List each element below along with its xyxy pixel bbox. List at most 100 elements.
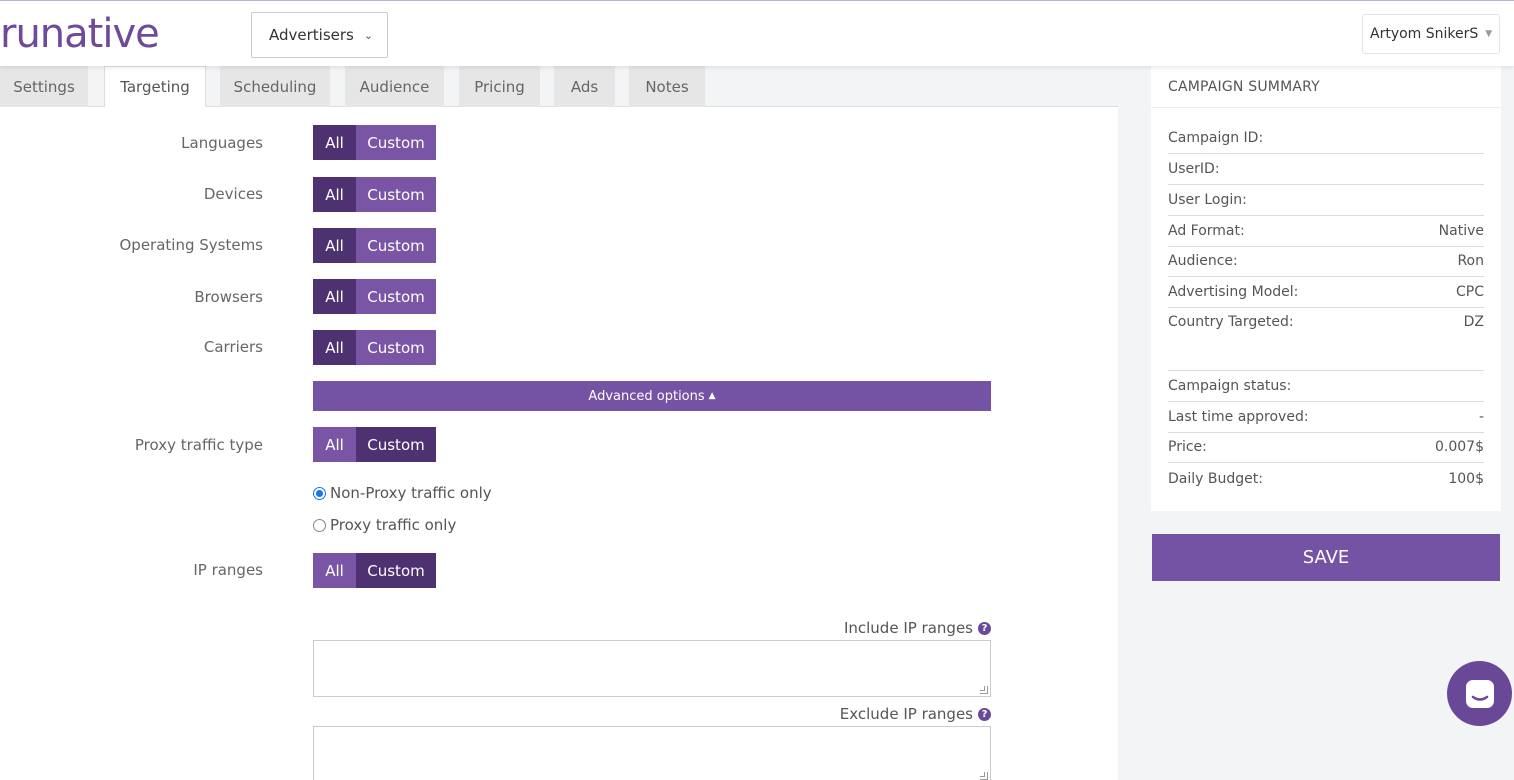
summary-label: Price:: [1168, 439, 1207, 455]
carriers-all-button[interactable]: All: [313, 330, 356, 365]
proxy-custom-button[interactable]: Custom: [356, 427, 436, 462]
languages-custom-button[interactable]: Custom: [356, 125, 436, 160]
summary-value: 100$: [1448, 470, 1484, 487]
help-icon[interactable]: ?: [978, 707, 991, 721]
exclude-ip-ranges-label: Exclude IP ranges ?: [840, 705, 991, 723]
chevron-down-icon: ⌄: [363, 28, 374, 42]
summary-row-user-id: UserID:: [1168, 154, 1484, 185]
summary-row-ad-format: Ad Format: Native: [1168, 216, 1484, 247]
operating-systems-all-button[interactable]: All: [313, 228, 356, 263]
summary-value: -: [1478, 409, 1484, 425]
user-menu-dropdown[interactable]: Artyom SnikerS ▼: [1362, 14, 1500, 54]
operating-systems-custom-button[interactable]: Custom: [356, 228, 436, 263]
save-button[interactable]: SAVE: [1152, 534, 1500, 581]
include-ip-ranges-textarea[interactable]: [313, 640, 991, 697]
languages-all-button[interactable]: All: [313, 125, 356, 160]
proxy-only-radio[interactable]: Proxy traffic only: [313, 516, 456, 534]
summary-value: Native: [1438, 223, 1484, 239]
caret-up-icon: ▲: [708, 391, 716, 401]
tab-ads[interactable]: Ads: [554, 66, 615, 107]
tab-settings[interactable]: Settings: [0, 66, 88, 107]
campaign-summary-title: CAMPAIGN SUMMARY: [1151, 66, 1501, 108]
proxy-only-radio-label: Proxy traffic only: [330, 516, 457, 534]
carriers-label: Carriers: [203, 338, 263, 356]
browsers-custom-button[interactable]: Custom: [356, 279, 436, 314]
tab-bar: Settings Targeting Scheduling Audience P…: [0, 66, 1118, 108]
ip-ranges-label: IP ranges: [193, 561, 263, 579]
logo-run: run: [0, 11, 65, 57]
resize-handle-icon[interactable]: [980, 772, 988, 780]
proxy-traffic-type-label: Proxy traffic type: [134, 436, 263, 454]
browsers-all-button[interactable]: All: [313, 279, 356, 314]
chat-widget-button[interactable]: [1447, 661, 1512, 726]
runative-logo[interactable]: runative: [0, 11, 160, 57]
summary-row-campaign-status: Campaign status:: [1168, 371, 1484, 402]
logo-a: a: [64, 11, 88, 57]
browsers-label: Browsers: [194, 288, 263, 306]
tab-targeting[interactable]: Targeting: [104, 66, 206, 108]
devices-label: Devices: [203, 185, 263, 203]
summary-value: CPC: [1456, 284, 1484, 300]
summary-label: UserID:: [1168, 161, 1220, 177]
top-bar: runative Advertisers ⌄ Artyom SnikerS ▼: [0, 0, 1514, 66]
operating-systems-label: Operating Systems: [119, 236, 263, 254]
browsers-toggle: All Custom: [313, 279, 436, 314]
proxy-all-button[interactable]: All: [313, 427, 356, 462]
exclude-ip-ranges-text: Exclude IP ranges: [839, 705, 973, 723]
summary-label: Advertising Model:: [1168, 284, 1299, 300]
devices-custom-button[interactable]: Custom: [356, 177, 436, 212]
summary-row-advertising-model: Advertising Model: CPC: [1168, 277, 1484, 308]
tab-pricing[interactable]: Pricing: [459, 66, 540, 107]
summary-label: Last time approved:: [1168, 409, 1309, 425]
summary-label: User Login:: [1168, 192, 1247, 208]
summary-row-user-login: User Login:: [1168, 185, 1484, 216]
summary-row-last-approved: Last time approved: -: [1168, 402, 1484, 433]
advanced-options-label: Advanced options: [588, 388, 705, 404]
languages-label: Languages: [181, 134, 263, 152]
devices-toggle: All Custom: [313, 177, 436, 212]
summary-label: Campaign ID:: [1168, 130, 1264, 146]
chat-icon: [1465, 679, 1494, 708]
user-name: Artyom SnikerS: [1370, 26, 1479, 42]
summary-value: Ron: [1457, 253, 1484, 269]
ip-ranges-custom-button[interactable]: Custom: [356, 553, 436, 588]
summary-label: Country Targeted:: [1168, 314, 1294, 330]
summary-value: DZ: [1463, 314, 1484, 330]
carriers-toggle: All Custom: [313, 330, 436, 365]
summary-value: 0.007$: [1435, 439, 1484, 455]
summary-row-daily-budget: Daily Budget: 100$: [1168, 463, 1484, 494]
advertisers-dropdown[interactable]: Advertisers ⌄: [251, 12, 388, 58]
summary-label: Ad Format:: [1168, 223, 1245, 239]
radio-checked-icon: [313, 486, 326, 500]
proxy-traffic-type-toggle: All Custom: [313, 427, 436, 462]
include-ip-ranges-label: Include IP ranges ?: [844, 619, 991, 637]
summary-row-campaign-id: Campaign ID:: [1168, 123, 1484, 154]
operating-systems-toggle: All Custom: [313, 228, 436, 263]
devices-all-button[interactable]: All: [313, 177, 356, 212]
radio-unchecked-icon: [313, 518, 326, 532]
non-proxy-radio-label: Non-Proxy traffic only: [330, 484, 492, 502]
summary-row-country-targeted: Country Targeted: DZ: [1168, 308, 1484, 371]
carriers-custom-button[interactable]: Custom: [356, 330, 436, 365]
help-icon[interactable]: ?: [978, 621, 991, 635]
summary-label: Daily Budget:: [1168, 470, 1263, 487]
summary-label: Campaign status:: [1168, 378, 1292, 394]
caret-down-icon: ▼: [1485, 29, 1493, 39]
languages-toggle: All Custom: [313, 125, 436, 160]
tab-audience[interactable]: Audience: [345, 66, 444, 107]
summary-label: Audience:: [1168, 253, 1238, 269]
ip-ranges-toggle: All Custom: [313, 553, 436, 588]
summary-row-audience: Audience: Ron: [1168, 246, 1484, 277]
include-ip-ranges-text: Include IP ranges: [843, 619, 973, 637]
summary-row-price: Price: 0.007$: [1168, 432, 1484, 463]
logo-tive: tive: [87, 11, 160, 57]
resize-handle-icon[interactable]: [980, 686, 988, 694]
advanced-options-toggle[interactable]: Advanced options ▲: [313, 381, 991, 411]
non-proxy-radio[interactable]: Non-Proxy traffic only: [313, 484, 492, 502]
ip-ranges-all-button[interactable]: All: [313, 553, 356, 588]
tab-scheduling[interactable]: Scheduling: [220, 66, 330, 107]
exclude-ip-ranges-textarea[interactable]: [313, 726, 991, 780]
campaign-summary-panel: CAMPAIGN SUMMARY Campaign ID: UserID: Us…: [1151, 66, 1501, 511]
advertisers-label: Advertisers: [269, 26, 354, 44]
tab-notes[interactable]: Notes: [629, 66, 705, 107]
